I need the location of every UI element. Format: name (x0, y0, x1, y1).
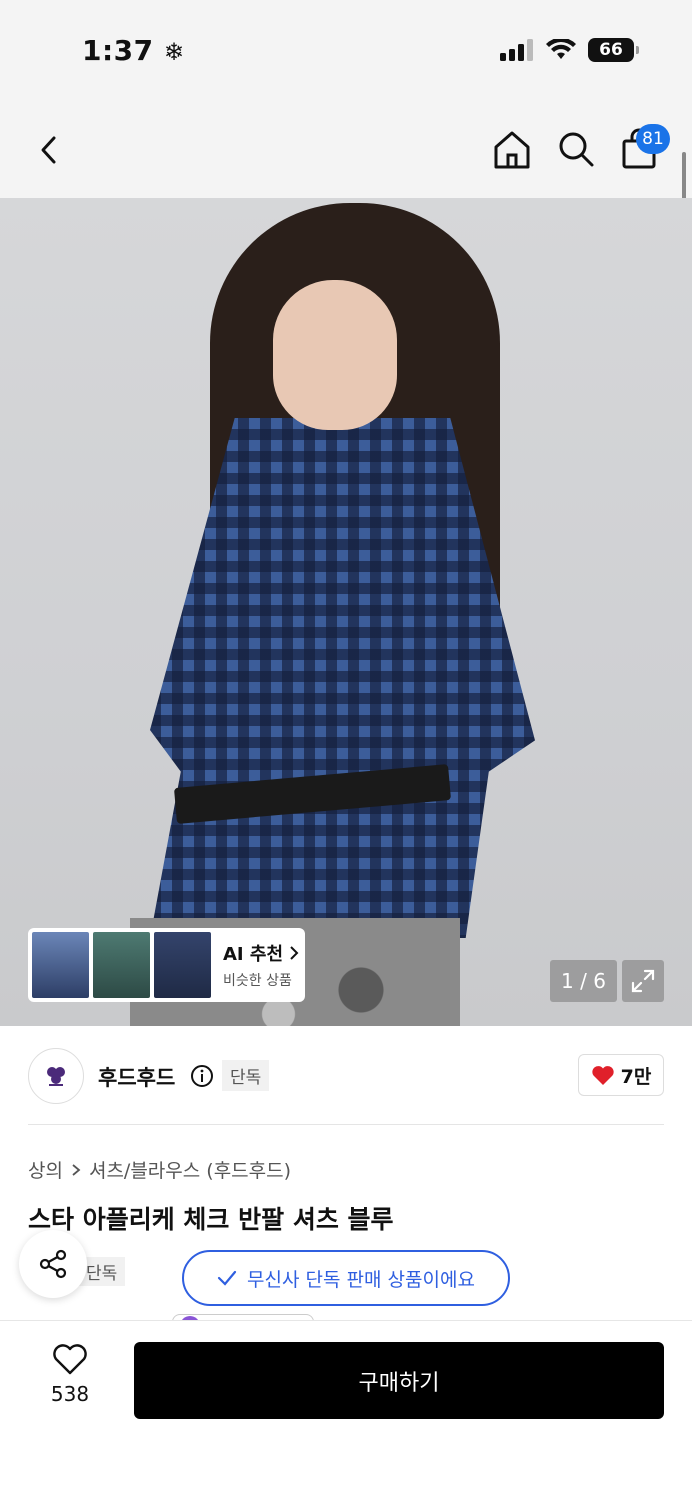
cart-count-badge: 81 (636, 124, 670, 154)
image-counter-text: 1 / 6 (561, 969, 606, 993)
chevron-left-icon[interactable] (30, 130, 70, 170)
toast-text: 무신사 단독 판매 상품이에요 (247, 1268, 475, 1291)
heart-filled-icon (591, 1066, 614, 1085)
clock-text: 1:37 (82, 34, 154, 67)
status-icons: 66 (500, 38, 639, 62)
expand-image-button[interactable] (622, 960, 664, 1002)
wifi-icon (546, 39, 576, 59)
product-image-gallery[interactable] (0, 198, 692, 1026)
breadcrumb-category[interactable]: 상의 (28, 1156, 63, 1183)
image-counter: 1 / 6 (550, 960, 617, 1002)
brand-logo-icon (47, 1067, 65, 1086)
exclusive-toast: 무신사 단독 판매 상품이에요 (182, 1250, 510, 1306)
home-icon[interactable] (490, 127, 534, 171)
ai-thumbnail-2 (93, 932, 150, 998)
buy-button-label: 구매하기 (358, 1370, 440, 1396)
battery-icon: 66 (588, 38, 639, 62)
cellular-signal-icon (500, 39, 533, 61)
status-time: 1:37 ❄ (82, 34, 185, 67)
ai-thumbnail-1 (32, 932, 89, 998)
divider (28, 1124, 664, 1125)
heart-outline-icon (53, 1344, 87, 1375)
snowflake-icon: ❄ (163, 38, 185, 66)
ai-recommendation-card[interactable]: AI 추천 비슷한 상품 (28, 928, 305, 1002)
wishlist-count: 538 (50, 1382, 90, 1406)
cart-count-text: 81 (642, 129, 664, 149)
info-icon[interactable] (190, 1064, 214, 1088)
ai-title-text: AI 추천 (223, 944, 284, 965)
expand-icon (631, 969, 655, 993)
ai-thumbnail-3 (154, 932, 211, 998)
breadcrumb: 상의 셔츠/블라우스 (후드후드) (28, 1156, 291, 1183)
chevron-right-icon (72, 1163, 81, 1176)
buy-button[interactable]: 구매하기 (134, 1342, 664, 1419)
ai-card-text: AI 추천 비슷한 상품 (223, 940, 299, 990)
chevron-right-icon (290, 946, 299, 960)
ai-card-subtitle: 비슷한 상품 (223, 973, 292, 989)
battery-level: 66 (599, 40, 623, 60)
exclusive-badge: 단독 (222, 1060, 270, 1091)
share-icon (39, 1249, 67, 1279)
status-bar: 1:37 ❄ 66 (0, 0, 692, 100)
model-face (273, 280, 397, 430)
brand-row: 후드후드 단독 7만 (28, 1046, 664, 1106)
brand-like-button[interactable]: 7만 (578, 1054, 664, 1096)
brand-name[interactable]: 후드후드 (98, 1062, 175, 1092)
share-button[interactable] (19, 1230, 87, 1298)
search-icon[interactable] (554, 127, 598, 171)
brand-logo[interactable] (28, 1048, 84, 1104)
brand-like-count: 7만 (620, 1065, 652, 1088)
breadcrumb-subcategory[interactable]: 셔츠/블라우스 (후드후드) (89, 1156, 291, 1183)
product-title: 스타 아플리케 체크 반팔 셔츠 블루 (28, 1205, 394, 1234)
check-icon (217, 1270, 237, 1286)
wishlist-button[interactable]: 538 (36, 1344, 104, 1406)
ai-card-title: AI 추천 (223, 940, 299, 966)
